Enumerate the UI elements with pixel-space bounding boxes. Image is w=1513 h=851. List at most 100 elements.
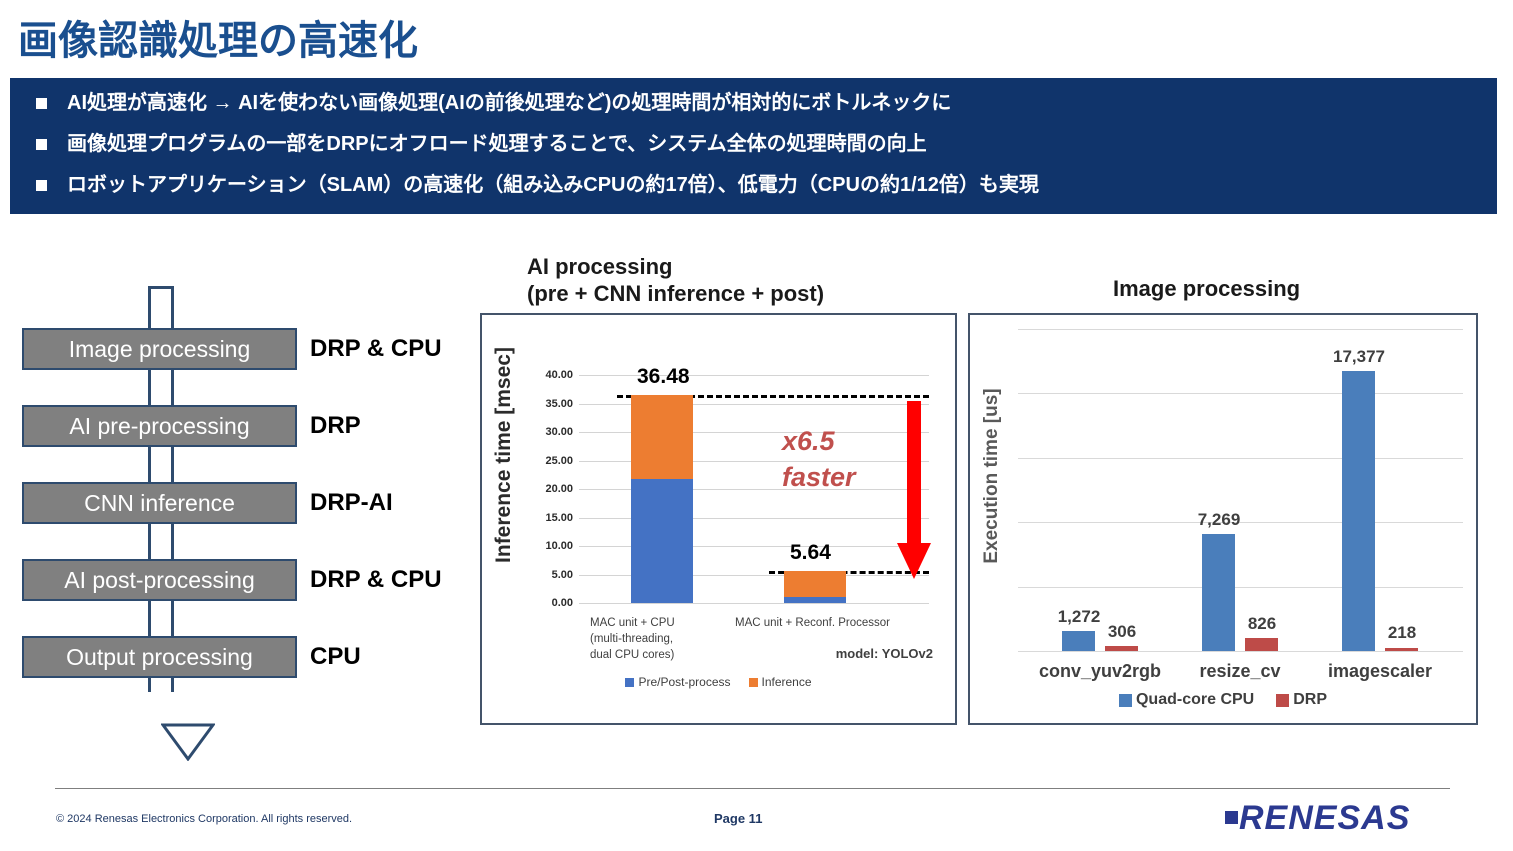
ai-model-note: model: YOLOv2 (835, 646, 933, 661)
legend-label: Inference (761, 675, 812, 689)
flow-box-label: Output processing (66, 643, 253, 670)
image-chart-y-axis-label: Execution time [us] (981, 388, 1002, 564)
flow-assignment-ai-pre-processing: DRP (310, 412, 361, 439)
legend-label: Quad-core CPU (1135, 691, 1255, 708)
image-bar-quad-core-cpu (1062, 630, 1095, 651)
square-bullet-icon (36, 139, 47, 150)
flow-assignment-image-processing: DRP & CPU (310, 335, 442, 362)
legend-swatch-icon (625, 677, 635, 687)
square-bullet-icon (36, 180, 47, 191)
legend-swatch-icon (1276, 693, 1290, 707)
ai-chart-legend: Pre/Post-process Inference (482, 675, 955, 689)
image-chart-plot-area: 1,272 306 conv_yuv2rgb 7,269 826 resize_cv 17,… (1018, 329, 1463, 681)
flow-assignment-output-processing: CPU (310, 643, 361, 670)
legend-item[interactable]: DRP (1276, 691, 1327, 709)
legend-item[interactable]: Pre/Post-process (625, 675, 731, 689)
ai-y-tick-label: 5.00 (551, 568, 573, 581)
flow-box-cnn-inference[interactable]: CNN inference (22, 482, 297, 524)
legend-item[interactable]: Inference (748, 675, 812, 689)
footer-divider (55, 788, 1450, 789)
flow-arrow-head-icon (134, 688, 215, 761)
image-gridline (1018, 329, 1463, 330)
renesas-logo: RENESAS (1223, 795, 1453, 839)
ai-category-label-0: MAC unit + CPU (multi-threading, dual CPU … (590, 615, 675, 663)
ai-gridline (579, 603, 929, 604)
ai-category-label-1: MAC unit + Reconf. Processor (735, 615, 890, 631)
image-bar-drp (1245, 637, 1278, 651)
ai-bar-segment-pre-post (631, 478, 693, 603)
image-chart-legend: Quad-core CPU DRP (970, 691, 1476, 709)
image-bar-value-label-cpu: 17,377 (1333, 347, 1385, 367)
flow-box-image-processing[interactable]: Image processing (22, 328, 297, 370)
ai-category-label-line: (multi-threading, (590, 633, 674, 645)
ai-stacked-bar (631, 395, 693, 603)
red-down-arrow-icon (897, 401, 931, 581)
image-bar-value-label-cpu: 1,272 (1057, 606, 1101, 626)
bullet-item-3: ロボットアプリケーション（SLAM）の高速化（組み込みCPUの約17倍）、低電力… (36, 172, 1497, 213)
ai-chart-y-axis-label: Inference time [msec] (492, 347, 515, 563)
ai-y-tick-label: 20.00 (545, 483, 573, 495)
ai-category-label-line: MAC unit + CPU (590, 617, 675, 629)
legend-swatch-icon (1118, 693, 1132, 707)
ai-speedup-annotation: x6.5 faster (782, 423, 856, 495)
page-title: 画像認識処理の高速化 (18, 19, 418, 63)
image-gridline (1018, 522, 1463, 524)
image-bar-quad-core-cpu (1342, 371, 1375, 651)
image-gridline (1018, 457, 1463, 459)
legend-item[interactable]: Quad-core CPU (1118, 691, 1255, 709)
page-number: Page 11 (714, 811, 763, 826)
flow-assignment-ai-post-processing: DRP & CPU (310, 566, 442, 593)
ai-chart-title-line2: (pre + CNN inference + post) (527, 281, 825, 306)
ai-processing-chart-panel: Inference time [msec] 40.00 35.00 30.00 25.… (480, 313, 957, 725)
flow-box-label: AI post-processing (64, 566, 255, 593)
processing-flow-diagram: Image processing DRP & CPU AI pre-proces… (0, 270, 470, 761)
ai-y-tick-label: 10.00 (545, 540, 573, 552)
flow-box-label: Image processing (68, 335, 251, 362)
flow-box-label: CNN inference (84, 489, 235, 516)
ai-y-tick-label: 25.00 (545, 454, 573, 467)
ai-speedup-word: faster (782, 462, 856, 492)
flow-box-ai-pre-processing[interactable]: AI pre-processing (22, 405, 297, 447)
image-bar-drp (1105, 646, 1138, 651)
image-gridline (1018, 393, 1463, 395)
ai-bar-segment-pre-post (784, 596, 846, 603)
ai-category-label-line: MAC unit + Reconf. Processor (735, 617, 890, 629)
ai-gridline (579, 375, 929, 376)
ai-category-label-line: dual CPU cores) (590, 649, 675, 661)
image-processing-chart-panel: Execution time [us] 1,272 306 conv_yuv2rgb… (968, 313, 1478, 725)
ai-y-tick-label: 30.00 (545, 426, 573, 438)
copyright-text: © 2024 Renesas Electronics Corporation. … (56, 813, 353, 825)
image-bar-quad-core-cpu (1202, 533, 1235, 651)
image-bar-value-label-drp: 306 (1107, 622, 1137, 642)
bullet-text: ロボットアプリケーション（SLAM）の高速化（組み込みCPUの約17倍）、低電力… (67, 174, 1039, 196)
ai-bar-segment-inference (784, 570, 846, 597)
image-bar-value-label-drp: 826 (1247, 613, 1277, 633)
flow-box-ai-post-processing[interactable]: AI post-processing (22, 559, 297, 601)
svg-text:RENESAS: RENESAS (1239, 799, 1410, 837)
square-bullet-icon (36, 98, 47, 109)
summary-banner: AI処理が高速化 → AIを使わない画像処理(AIの前後処理など)の処理時間が相… (10, 78, 1497, 214)
ai-y-tick-label: 35.00 (545, 397, 573, 410)
ai-stacked-bar (784, 570, 846, 603)
image-bar-value-label-drp: 218 (1387, 623, 1417, 643)
image-axis-baseline (1018, 651, 1463, 652)
bullet-item-2: 画像処理プログラムの一部をDRPにオフロード処理することで、システム全体の処理時… (36, 131, 1497, 172)
image-chart-title: Image processing (1113, 276, 1301, 301)
image-bar-value-label-cpu: 7,269 (1197, 509, 1241, 529)
legend-label: Pre/Post-process (638, 675, 731, 689)
ai-y-tick-label: 40.00 (545, 369, 573, 381)
ai-chart-title: AI processing (pre + CNN inference + pos… (527, 253, 824, 307)
ai-bar-value-label: 5.64 (790, 540, 831, 564)
ai-y-tick-label: 15.00 (545, 511, 573, 524)
flow-assignment-cnn-inference: DRP-AI (310, 489, 393, 516)
image-category-label: resize_cv (1199, 661, 1281, 681)
image-category-label: conv_yuv2rgb (1038, 661, 1162, 681)
flow-box-output-processing[interactable]: Output processing (22, 636, 297, 678)
flow-box-label: AI pre-processing (69, 412, 250, 439)
bullet-text: AI処理が高速化 → AIを使わない画像処理(AIの前後処理など)の処理時間が相… (67, 92, 952, 114)
image-category-label: imagescaler (1327, 661, 1433, 681)
ai-y-tick-label: 0.00 (551, 597, 573, 609)
legend-label: DRP (1293, 691, 1328, 708)
image-bar-drp (1385, 647, 1418, 651)
image-gridline (1018, 586, 1463, 588)
